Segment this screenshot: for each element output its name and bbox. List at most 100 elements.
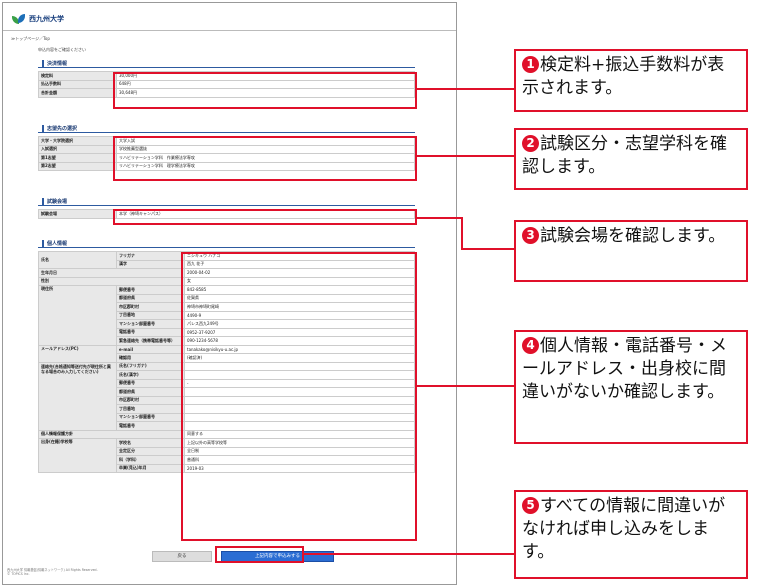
sub-label: フリガナ bbox=[116, 251, 185, 261]
callout-text: 試験区分・志望学科を確認します。 bbox=[522, 134, 727, 177]
row-value: 普通科 bbox=[184, 455, 415, 465]
table-row: 出身(在籍)学校等 学校名 上記以外の高等学校等 bbox=[38, 438, 415, 473]
venue-table: 試験会場 本学（神埼キャンパス） bbox=[38, 209, 415, 219]
row-value bbox=[184, 361, 415, 371]
table-row: 大学・大学院選択 大学入試 bbox=[38, 136, 415, 146]
row-value: 全日制 bbox=[184, 446, 415, 456]
row-value bbox=[184, 395, 415, 405]
choice-section: 志望先の選択 大学・大学院選択 大学入試 入試選択 学校推薦型選抜 第1志望 リハビリ… bbox=[38, 124, 415, 171]
row-value bbox=[184, 387, 415, 397]
row-value: 同意する bbox=[184, 429, 415, 439]
row-label: 性別 bbox=[38, 276, 185, 286]
callout-text: すべての情報に間違いがなければ申し込みをします。 bbox=[522, 496, 726, 562]
row-label: 試験会場 bbox=[38, 209, 117, 219]
row-value: 上記以外の高等学校等 bbox=[184, 438, 415, 448]
table-row: 連絡先(合格通知等送付先が現住所と異なる場合のみ入力してください) 氏名(フリガナ… bbox=[38, 361, 415, 431]
row-label: 検定料 bbox=[38, 71, 117, 81]
form-page: 西九州大学 ≫トップページ／Top 申込内容をご確認ください 決済情報 検定料 3… bbox=[2, 2, 457, 585]
sub-label: 丁目番地 bbox=[116, 404, 185, 414]
number-5-icon: 5 bbox=[522, 497, 539, 514]
table-row: 第1志望 リハビリテーション学科 作業療法学専攻 bbox=[38, 153, 415, 163]
row-label: 生年月日 bbox=[38, 268, 185, 278]
row-value: - bbox=[184, 378, 415, 388]
number-1-icon: 1 bbox=[522, 56, 539, 73]
sub-label: 都道府県 bbox=[116, 387, 185, 397]
sub-label: 氏名(フリガナ) bbox=[116, 361, 185, 371]
row-value: tanakako@nisikyu-u.ac.jp bbox=[184, 344, 415, 354]
university-logo[interactable]: 西九州大学 bbox=[12, 14, 64, 24]
row-value: 0952-37-9207 bbox=[184, 327, 415, 337]
callout-3: 3 試験会場を確認します。 bbox=[514, 220, 748, 282]
row-value: 学校推薦型選抜 bbox=[116, 144, 415, 154]
lead-text: 申込内容をご確認ください bbox=[38, 47, 86, 52]
choice-table: 大学・大学院選択 大学入試 入試選択 学校推薦型選抜 第1志望 リハビリテーション学科… bbox=[38, 136, 415, 171]
callout-5: 5 すべての情報に間違いがなければ申し込みをします。 bbox=[514, 490, 748, 579]
personal-title: 個人情報 bbox=[38, 239, 415, 248]
row-label: 出身(在籍)学校等 bbox=[38, 438, 117, 473]
callout-text: 検定料+振込手数料が表示されます。 bbox=[522, 55, 725, 98]
payment-section: 決済情報 検定料 30,000円 払込手数料 648円 合計金額 30,648円 bbox=[38, 59, 415, 98]
row-value: 090-1234-5678 bbox=[184, 336, 415, 346]
table-row: 第2志望 リハビリテーション学科 理学療法学専攻 bbox=[38, 161, 415, 171]
button-bar: 戻る 上記内容で申込みする bbox=[38, 551, 415, 565]
table-row: 試験会場 本学（神埼キャンパス） bbox=[38, 209, 415, 219]
row-value: (確認済) bbox=[184, 353, 415, 363]
table-row: 性別女 bbox=[38, 276, 415, 286]
row-value bbox=[184, 412, 415, 422]
venue-title: 試験会場 bbox=[38, 197, 415, 206]
row-label: 現住所 bbox=[38, 285, 117, 346]
sub-label: 丁目番地 bbox=[116, 310, 185, 320]
sub-label: 全定区分 bbox=[116, 446, 185, 456]
table-row: メールアドレス(PC) e-mail tanakako@nisikyu-u.ac.j… bbox=[38, 344, 415, 363]
table-row: 個人情報保護方針 同意する bbox=[38, 429, 415, 439]
connector-3c bbox=[461, 248, 514, 250]
row-value: 2019-03 bbox=[184, 463, 415, 473]
table-row: 入試選択 学校推薦型選抜 bbox=[38, 144, 415, 154]
row-value: ニシキュウ ハナコ bbox=[184, 251, 415, 261]
row-value: 842-8585 bbox=[184, 285, 415, 295]
sub-label: 市区郡町村 bbox=[116, 395, 185, 405]
row-value: リハビリテーション学科 作業療法学専攻 bbox=[116, 153, 415, 163]
row-label: 入試選択 bbox=[38, 144, 117, 154]
sub-label: 緊急連絡先（携帯電話番号等） bbox=[116, 336, 185, 346]
number-4-icon: 4 bbox=[522, 337, 539, 354]
breadcrumb[interactable]: ≫トップページ／Top bbox=[11, 36, 50, 42]
row-label: メールアドレス(PC) bbox=[38, 344, 117, 363]
sub-label: 確認用 bbox=[116, 353, 185, 363]
callout-2: 2 試験区分・志望学科を確認します。 bbox=[514, 128, 748, 190]
back-button[interactable]: 戻る bbox=[152, 551, 212, 562]
row-value bbox=[184, 421, 415, 431]
sub-label: 電話番号 bbox=[116, 327, 185, 337]
sub-label: 市区郡町村 bbox=[116, 302, 185, 312]
row-label: 第1志望 bbox=[38, 153, 117, 163]
sub-label: 学校名 bbox=[116, 438, 185, 448]
sub-label: 科（学科） bbox=[116, 455, 185, 465]
sub-label: 漢字 bbox=[116, 259, 185, 269]
header-divider bbox=[3, 30, 456, 31]
venue-section: 試験会場 試験会場 本学（神埼キャンパス） bbox=[38, 197, 415, 219]
row-value: 佐賀県 bbox=[184, 293, 415, 303]
sub-label: 都道府県 bbox=[116, 293, 185, 303]
callout-4: 4 個人情報・電話番号・メールアドレス・出身校に間違いがないか確認します。 bbox=[514, 330, 748, 444]
logo-text: 西九州大学 bbox=[29, 15, 64, 23]
table-row: 検定料 30,000円 bbox=[38, 71, 415, 81]
table-row: 氏名 フリガナ ニシキュウ ハナコ bbox=[38, 251, 415, 269]
callout-1: 1 検定料+振込手数料が表示されます。 bbox=[514, 49, 748, 112]
sub-label: e-mail bbox=[116, 344, 185, 354]
row-value: 648円 bbox=[116, 79, 415, 89]
row-value: 女 bbox=[184, 276, 415, 286]
sub-label: マンション部屋番号 bbox=[116, 319, 185, 329]
row-label: 大学・大学院選択 bbox=[38, 136, 117, 146]
table-row: 合計金額 30,648円 bbox=[38, 88, 415, 98]
submit-button[interactable]: 上記内容で申込みする bbox=[221, 551, 334, 562]
leaf-logo-icon bbox=[12, 14, 26, 24]
row-value: 4490-9 bbox=[184, 310, 415, 320]
row-value: パレス西九249号 bbox=[184, 319, 415, 329]
sub-label: 郵便番号 bbox=[116, 378, 185, 388]
row-value bbox=[184, 370, 415, 380]
payment-table: 検定料 30,000円 払込手数料 648円 合計金額 30,648円 bbox=[38, 71, 415, 98]
sub-label: 郵便番号 bbox=[116, 285, 185, 295]
callout-text: 個人情報・電話番号・メールアドレス・出身校に間違いがないか確認します。 bbox=[522, 336, 727, 402]
row-value: 2000-04-02 bbox=[184, 268, 415, 278]
row-label: 連絡先(合格通知等送付先が現住所と異なる場合のみ入力してください) bbox=[38, 361, 117, 431]
